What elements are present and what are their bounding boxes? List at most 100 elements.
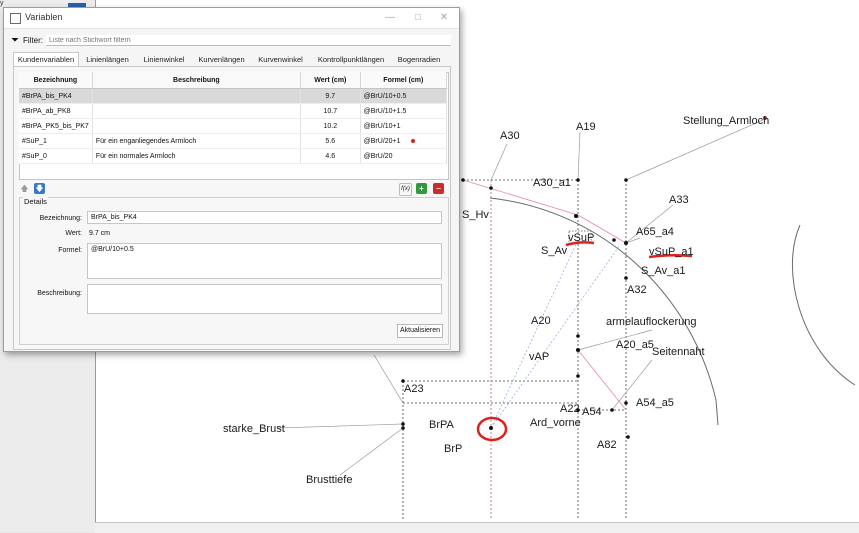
cell-desc [92, 103, 301, 119]
tab-bogenradien[interactable]: Bogenradien [392, 52, 446, 67]
dialog-title: Variablen [25, 12, 63, 22]
close-icon[interactable]: ✕ [435, 11, 453, 25]
column-header-formel[interactable]: Formel (cm) [360, 72, 448, 89]
cell-desc [92, 88, 301, 104]
label-a33: A33 [669, 194, 689, 206]
tab-kurvenlaengen[interactable]: Kurvenlängen [192, 52, 251, 67]
cell-value: 5.6 [300, 133, 361, 149]
blue-guides [490, 239, 621, 429]
label-s-av-a1: S_Av_a1 [641, 265, 685, 277]
cell-formula: @BrU/20 [360, 148, 448, 164]
column-header-beschreibung[interactable]: Beschreibung [92, 72, 301, 89]
variables-table: Bezeichnung Beschreibung Wert (cm) Forme… [19, 72, 448, 164]
table-row[interactable]: #BrPA_PK5_bis_PK7 10.2 @BrU/10+1 [19, 118, 448, 134]
cell-formula: @BrU/10+0.5 [360, 88, 448, 104]
cell-name: #BrPA_bis_PK4 [19, 88, 93, 104]
window-icon [10, 13, 21, 24]
variables-dialog: Variablen — □ ✕ ⏷ Filter: Kundenvariable… [3, 7, 460, 352]
label-a54: A54 [582, 406, 602, 418]
sleeve-curve [791, 224, 856, 386]
label-a65-a4: A65_a4 [636, 226, 674, 238]
armhole-curve [489, 197, 719, 426]
column-header-wert[interactable]: Wert (cm) [300, 72, 361, 89]
label-armelauflockerung: armelauflockerung [606, 316, 697, 328]
label-seitennaht: Seitennaht [652, 346, 705, 358]
label-ard-vorne: Ard_vorne [530, 417, 581, 429]
label-vsup[interactable]: vSuP [568, 232, 594, 244]
label-a23: A23 [404, 383, 424, 395]
table-button-row: 🡅 🡇 f(x) + − [19, 183, 447, 196]
column-header-bezeichnung[interactable]: Bezeichnung [19, 72, 93, 89]
label-brp: BrP [444, 443, 462, 455]
table-header-row: Bezeichnung Beschreibung Wert (cm) Forme… [19, 72, 448, 89]
cell-name: #BrPA_PK5_bis_PK7 [19, 118, 93, 134]
tab-bar: Kundenvariablen Linienlängen Linienwinke… [13, 52, 453, 67]
move-down-icon[interactable]: 🡇 [34, 183, 45, 194]
description-label: Beschreibung: [37, 290, 82, 297]
cell-formula: @BrU/10+1.5 [360, 103, 448, 119]
move-up-icon[interactable]: 🡅 [19, 183, 30, 194]
label-brpa: BrPA [429, 419, 455, 431]
cell-value: 9.7 [300, 88, 361, 104]
label-a82: A82 [597, 439, 617, 451]
kundenvariablen-panel: Bezeichnung Beschreibung Wert (cm) Forme… [13, 66, 451, 350]
cell-value: 4.6 [300, 148, 361, 164]
cell-value: 10.7 [300, 103, 361, 119]
cell-desc: Für ein enganliegendes Armloch [92, 133, 301, 149]
formula-label: Formel: [58, 247, 82, 254]
cell-formula: @BrU/10+1 [360, 118, 448, 134]
add-variable-icon[interactable]: + [416, 183, 427, 194]
tab-kontrollpunktlaengen[interactable]: Kontrollpunktlängen [310, 52, 392, 67]
label-a20: A20 [531, 315, 551, 327]
dialog-titlebar[interactable]: Variablen — □ ✕ [4, 8, 459, 29]
table-row[interactable]: #BrPA_ab_PK8 10.7 @BrU/10+1.5 [19, 103, 448, 119]
marker-dot-icon [410, 138, 415, 143]
formula-field[interactable]: @BrU/10+0.5 [87, 243, 442, 279]
label-a32: A32 [627, 284, 647, 296]
label-a20-a5: A20_a5 [616, 339, 654, 351]
label-s-hv: S_Hv [462, 209, 489, 221]
label-starke-brust: starke_Brust [223, 423, 285, 435]
name-label: Bezeichnung: [39, 215, 82, 222]
label-brusttiefe: Brusttiefe [306, 474, 352, 486]
label-stellung-armloch: Stellung_Armloch [683, 115, 769, 127]
cell-desc [92, 118, 301, 134]
filter-label: Filter: [23, 36, 43, 45]
details-group: Details Bezeichnung: BrPA_bis_PK4 Wert: … [19, 197, 449, 345]
label-vsup-a1[interactable]: vSuP_a1 [649, 246, 694, 258]
apply-button[interactable]: Aktualisieren [397, 324, 443, 338]
maximize-icon[interactable]: □ [409, 11, 427, 25]
label-a22: A22 [560, 403, 580, 415]
filter-input[interactable] [46, 35, 451, 46]
cell-desc: Für ein normales Armloch [92, 148, 301, 164]
label-vap: vAP [529, 351, 549, 363]
minimize-icon[interactable]: — [381, 11, 399, 25]
tab-linienlaengen[interactable]: Linienlängen [79, 52, 136, 67]
label-a30-a1: A30_a1 [533, 177, 571, 189]
details-legend: Details [23, 197, 48, 206]
pink-guides [462, 179, 627, 520]
filter-icon: ⏷ [11, 35, 19, 46]
table-row[interactable]: #SuP_1 Für ein enganliegendes Armloch 5.… [19, 133, 448, 149]
value-label: Wert: [65, 230, 82, 237]
value-display: 9.7 cm [89, 230, 111, 237]
filter-row: ⏷ Filter: [11, 35, 451, 47]
name-field[interactable]: BrPA_bis_PK4 [87, 211, 442, 224]
cell-formula: @BrU/20+1 [363, 137, 401, 145]
label-a54-a5: A54_a5 [636, 397, 674, 409]
label-a19: A19 [576, 121, 596, 133]
cell-name: #SuP_1 [19, 133, 93, 149]
description-field[interactable] [87, 284, 442, 314]
remove-variable-icon[interactable]: − [433, 183, 444, 194]
label-a30: A30 [500, 130, 520, 142]
tab-kundenvariablen[interactable]: Kundenvariablen [13, 52, 79, 67]
table-row[interactable]: #BrPA_bis_PK4 9.7 @BrU/10+0.5 [19, 88, 448, 104]
label-s-av: S_Av [541, 245, 568, 257]
function-wizard-icon[interactable]: f(x) [399, 183, 412, 196]
tab-linienwinkel[interactable]: Linienwinkel [136, 52, 192, 67]
tab-kurvenwinkel[interactable]: Kurvenwinkel [251, 52, 310, 67]
cell-name: #BrPA_ab_PK8 [19, 103, 93, 119]
table-row[interactable]: #SuP_0 Für ein normales Armloch 4.6 @BrU… [19, 148, 448, 164]
cell-name: #SuP_0 [19, 148, 93, 164]
cell-formula-marked: @BrU/20+1 [360, 133, 448, 149]
